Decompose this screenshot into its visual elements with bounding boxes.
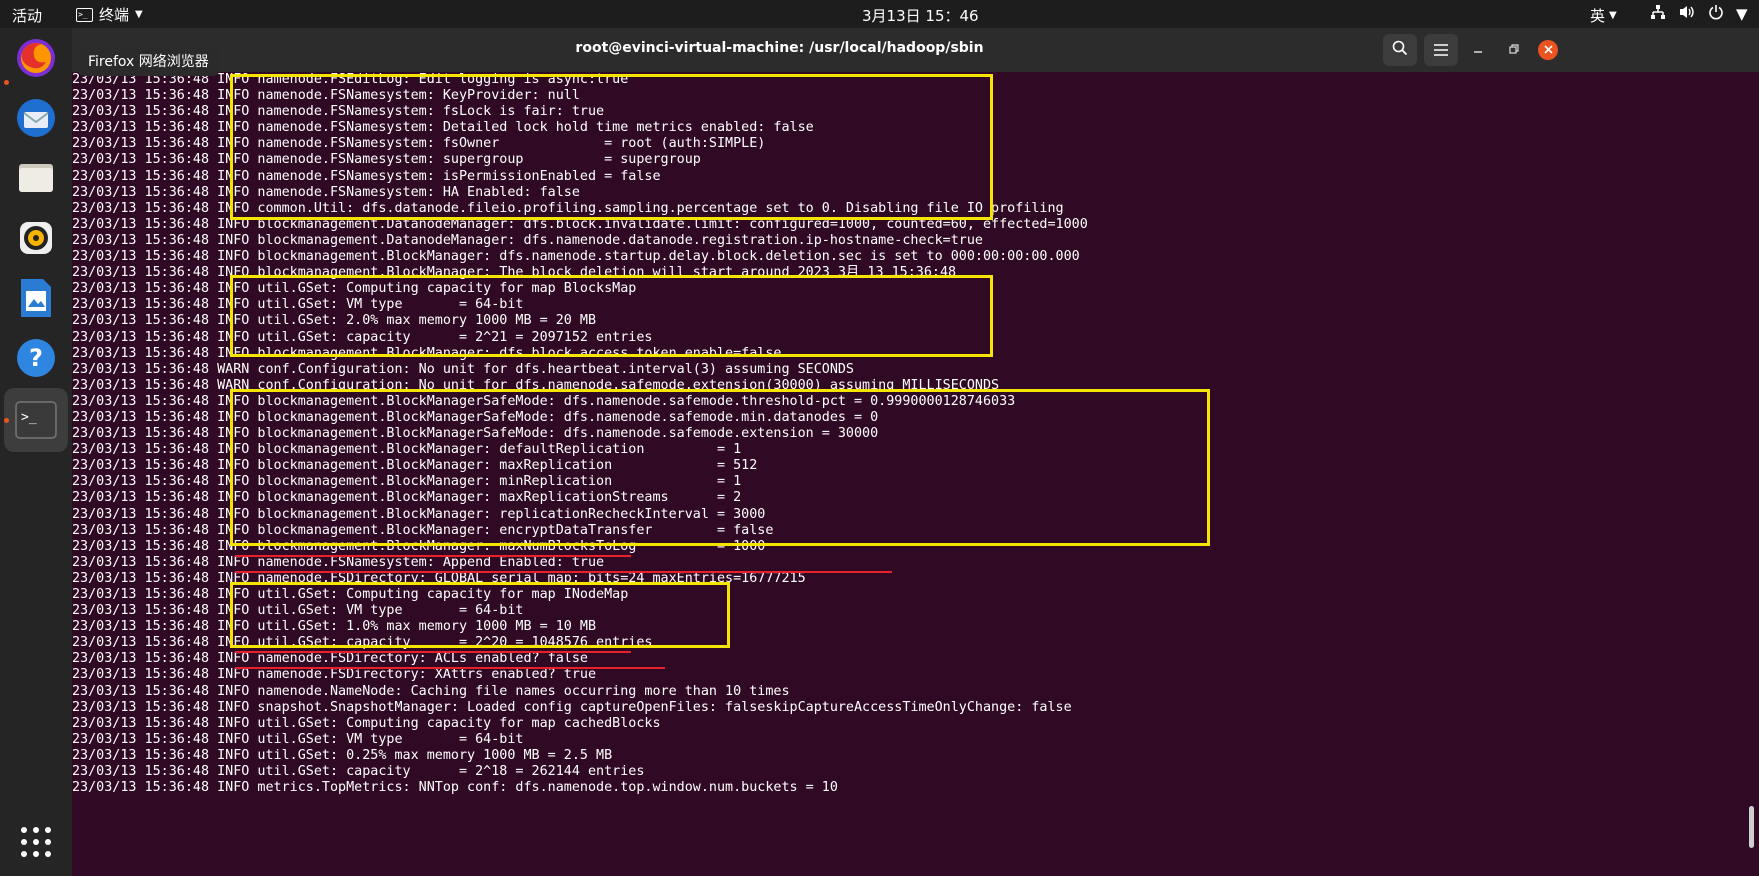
terminal-line: 23/03/13 15:36:48 INFO blockmanagement.B… bbox=[72, 538, 766, 554]
scrollbar-thumb[interactable] bbox=[1749, 806, 1754, 848]
menu-button[interactable] bbox=[1424, 34, 1458, 66]
activities-button[interactable]: 活动 bbox=[12, 5, 42, 26]
top-bar: 活动 >_ 终端 ▼ 3月13日 15：46 英 ▼ ▼ bbox=[0, 0, 1759, 28]
terminal-line: 23/03/13 15:36:48 INFO util.GSet: VM typ… bbox=[72, 603, 524, 619]
terminal-line: 23/03/13 15:36:48 INFO blockmanagement.D… bbox=[72, 216, 1088, 232]
terminal-line: 23/03/13 15:36:48 INFO namenode.FSEditLo… bbox=[72, 72, 629, 87]
terminal-line: 23/03/13 15:36:48 INFO namenode.FSNamesy… bbox=[72, 136, 766, 152]
running-indicator bbox=[4, 418, 9, 423]
show-apps-icon[interactable] bbox=[12, 818, 60, 866]
help-icon[interactable]: ? bbox=[12, 334, 60, 382]
terminal-line: 23/03/13 15:36:48 INFO namenode.FSDirect… bbox=[72, 667, 597, 683]
terminal-line: 23/03/13 15:36:48 INFO blockmanagement.B… bbox=[72, 522, 774, 538]
terminal-line: 23/03/13 15:36:48 INFO blockmanagement.B… bbox=[72, 426, 879, 442]
files-icon[interactable] bbox=[12, 154, 60, 202]
system-tray[interactable]: ▼ bbox=[1650, 4, 1748, 24]
maximize-button[interactable] bbox=[1504, 40, 1524, 60]
terminal-line: 23/03/13 15:36:48 INFO namenode.FSNamesy… bbox=[72, 152, 701, 168]
terminal-line: 23/03/13 15:36:48 INFO blockmanagement.B… bbox=[72, 409, 879, 425]
terminal-line: 23/03/13 15:36:48 INFO blockmanagement.B… bbox=[72, 393, 1016, 409]
terminal-line: 23/03/13 15:36:48 INFO blockmanagement.B… bbox=[72, 265, 957, 281]
firefox-icon[interactable] bbox=[12, 34, 60, 82]
terminal-line: 23/03/13 15:36:48 INFO blockmanagement.B… bbox=[72, 442, 742, 458]
terminal-line: 23/03/13 15:36:48 INFO util.GSet: 0.25% … bbox=[72, 747, 613, 763]
writer-icon[interactable] bbox=[12, 274, 60, 322]
terminal-line: 23/03/13 15:36:48 INFO blockmanagement.D… bbox=[72, 232, 983, 248]
terminal-line: 23/03/13 15:36:48 INFO util.GSet: VM typ… bbox=[72, 731, 524, 747]
terminal-icon[interactable]: >_ bbox=[12, 396, 60, 444]
terminal-small-icon: >_ bbox=[76, 7, 93, 22]
search-button[interactable] bbox=[1383, 34, 1417, 66]
terminal-output[interactable]: 23/03/13 15:36:48 INFO namenode.FSEditLo… bbox=[72, 72, 1759, 876]
terminal-line: 23/03/13 15:36:48 INFO metrics.TopMetric… bbox=[72, 780, 838, 796]
svg-text:>_: >_ bbox=[21, 410, 37, 425]
terminal-line: 23/03/13 15:36:48 INFO blockmanagement.B… bbox=[72, 249, 1080, 265]
chevron-down-icon: ▼ bbox=[1736, 5, 1748, 23]
chevron-down-icon: ▼ bbox=[135, 9, 143, 20]
terminal-line: 23/03/13 15:36:48 INFO util.GSet: Comput… bbox=[72, 715, 661, 731]
power-icon bbox=[1708, 4, 1724, 24]
terminal-line: 23/03/13 15:36:48 INFO blockmanagement.B… bbox=[72, 506, 766, 522]
terminal-line: 23/03/13 15:36:48 INFO blockmanagement.B… bbox=[72, 458, 758, 474]
terminal-line: 23/03/13 15:36:48 INFO util.GSet: Comput… bbox=[72, 281, 637, 297]
terminal-line: 23/03/13 15:36:48 INFO blockmanagement.B… bbox=[72, 345, 782, 361]
terminal-line: 23/03/13 15:36:48 INFO namenode.NameNode… bbox=[72, 683, 790, 699]
dock: ? >_ bbox=[0, 28, 72, 876]
terminal-line: 23/03/13 15:36:48 INFO util.GSet: capaci… bbox=[72, 635, 653, 651]
restore-icon bbox=[1509, 43, 1519, 58]
terminal-line: 23/03/13 15:36:48 INFO namenode.FSNamesy… bbox=[72, 554, 605, 570]
close-icon bbox=[1543, 43, 1553, 58]
terminal-line: 23/03/13 15:36:48 INFO common.Util: dfs.… bbox=[72, 200, 1064, 216]
app-menu[interactable]: >_ 终端 ▼ bbox=[76, 4, 143, 25]
network-icon bbox=[1650, 4, 1666, 24]
rhythmbox-icon[interactable] bbox=[12, 214, 60, 262]
terminal-line: 23/03/13 15:36:48 INFO namenode.FSDirect… bbox=[72, 651, 588, 667]
terminal-line: 23/03/13 15:36:48 INFO util.GSet: capaci… bbox=[72, 764, 645, 780]
terminal-line: 23/03/13 15:36:48 INFO blockmanagement.B… bbox=[72, 474, 742, 490]
hamburger-menu-icon bbox=[1434, 41, 1448, 60]
search-icon bbox=[1392, 40, 1408, 60]
terminal-line: 23/03/13 15:36:48 INFO snapshot.Snapshot… bbox=[72, 699, 1072, 715]
terminal-line: 23/03/13 15:36:48 INFO namenode.FSNamesy… bbox=[72, 88, 580, 104]
terminal-line: 23/03/13 15:36:48 INFO namenode.FSNamesy… bbox=[72, 104, 605, 120]
terminal-line: 23/03/13 15:36:48 INFO util.GSet: VM typ… bbox=[72, 297, 524, 313]
terminal-line: 23/03/13 15:36:48 INFO util.GSet: 2.0% m… bbox=[72, 313, 597, 329]
close-button[interactable] bbox=[1538, 40, 1558, 60]
terminal-line: 23/03/13 15:36:48 INFO util.GSet: capaci… bbox=[72, 329, 653, 345]
terminal-line: 23/03/13 15:36:48 INFO util.GSet: 1.0% m… bbox=[72, 619, 597, 635]
terminal-line: 23/03/13 15:36:48 WARN conf.Configuratio… bbox=[72, 361, 854, 377]
terminal-line: 23/03/13 15:36:48 INFO namenode.FSNamesy… bbox=[72, 184, 580, 200]
app-menu-label: 终端 bbox=[99, 6, 130, 24]
terminal-line: 23/03/13 15:36:48 INFO blockmanagement.B… bbox=[72, 490, 742, 506]
window-title: root@evinci-virtual-machine: /usr/local/… bbox=[575, 40, 984, 56]
window-titlebar[interactable]: root@evinci-virtual-machine: /usr/local/… bbox=[72, 28, 1759, 72]
input-method-label: 英 bbox=[1590, 7, 1606, 25]
terminal-line: 23/03/13 15:36:48 INFO util.GSet: Comput… bbox=[72, 587, 629, 602]
terminal-line: 23/03/13 15:36:48 INFO namenode.FSNamesy… bbox=[72, 168, 661, 184]
svg-text:?: ? bbox=[29, 344, 43, 372]
terminal-line: 23/03/13 15:36:48 INFO namenode.FSDirect… bbox=[72, 570, 806, 586]
terminal-lines: 23/03/13 15:36:48 INFO namenode.FSEditLo… bbox=[72, 72, 1088, 796]
minimize-button[interactable] bbox=[1468, 40, 1488, 60]
input-method-menu[interactable]: 英 ▼ bbox=[1590, 5, 1617, 26]
running-indicator bbox=[4, 80, 9, 85]
thunderbird-icon[interactable] bbox=[12, 94, 60, 142]
dock-tooltip: Firefox 网络浏览器 bbox=[78, 48, 219, 76]
minimize-icon bbox=[1473, 43, 1483, 58]
clock[interactable]: 3月13日 15：46 bbox=[862, 5, 979, 26]
terminal-line: 23/03/13 15:36:48 INFO namenode.FSNamesy… bbox=[72, 120, 814, 136]
chevron-down-icon: ▼ bbox=[1609, 10, 1617, 21]
terminal-line: 23/03/13 15:36:48 WARN conf.Configuratio… bbox=[72, 377, 1000, 393]
volume-icon bbox=[1678, 4, 1696, 24]
